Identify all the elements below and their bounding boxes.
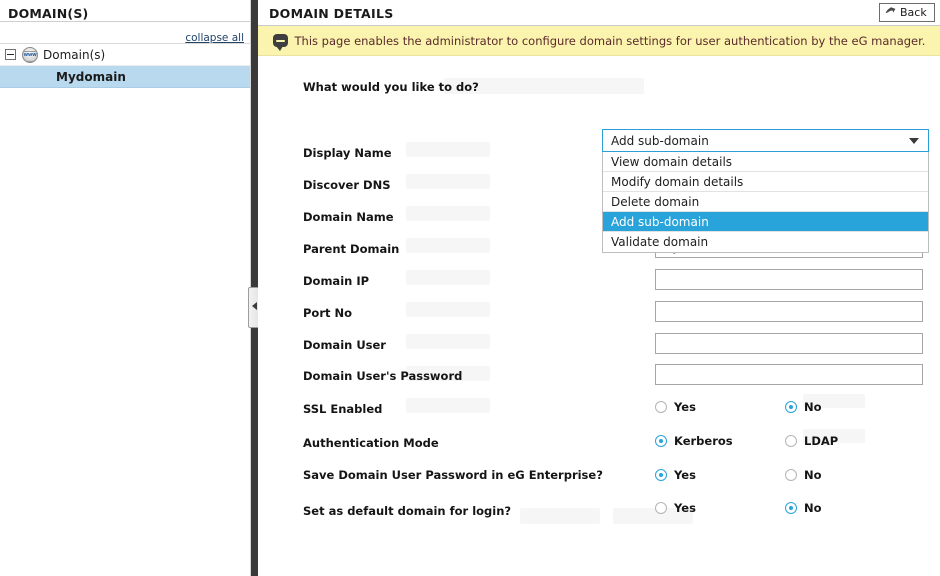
port-no-label: Port No bbox=[303, 306, 353, 320]
domain-user-password-label: Domain User's Password bbox=[303, 369, 463, 383]
action-option-validate-domain[interactable]: Validate domain bbox=[603, 232, 928, 252]
page-title: DOMAIN DETAILS bbox=[269, 6, 394, 21]
ssl-enabled-label: SSL Enabled bbox=[303, 402, 383, 416]
info-bubble-icon bbox=[272, 34, 288, 51]
domain-user-password-input[interactable] bbox=[655, 364, 923, 385]
domain-user-input[interactable] bbox=[655, 333, 923, 354]
parent-domain-label: Parent Domain bbox=[303, 242, 400, 256]
auth-mode-option-ldap[interactable]: LDAP bbox=[785, 434, 838, 448]
default-domain-option-no-label: No bbox=[804, 501, 822, 515]
save-password-radio-group[interactable]: Yes No bbox=[655, 468, 822, 482]
domain-user-label: Domain User bbox=[303, 338, 386, 352]
domain-name-label: Domain Name bbox=[303, 210, 394, 224]
default-domain-label: Set as default domain for login? bbox=[303, 504, 512, 518]
chevron-down-icon bbox=[909, 138, 919, 144]
info-banner-message: This page enables the administrator to c… bbox=[294, 33, 926, 48]
tree-panel-title: DOMAIN(S) bbox=[8, 6, 89, 21]
authentication-mode-radio-group[interactable]: Kerberos LDAP bbox=[655, 434, 838, 448]
action-option-view-domain-details[interactable]: View domain details bbox=[603, 152, 928, 172]
port-no-input[interactable] bbox=[655, 301, 923, 322]
tree-node-mydomain-label: Mydomain bbox=[56, 69, 126, 84]
back-button-label: Back bbox=[900, 6, 927, 19]
auth-mode-option-ldap-label: LDAP bbox=[804, 434, 839, 448]
back-arrow-icon bbox=[885, 7, 896, 18]
collapse-all-link[interactable]: collapse all bbox=[185, 32, 244, 44]
action-select-value: Add sub-domain bbox=[611, 133, 709, 148]
discover-dns-label: Discover DNS bbox=[303, 178, 391, 192]
save-password-option-yes-label: Yes bbox=[674, 468, 696, 482]
save-password-option-no-label: No bbox=[804, 468, 822, 482]
watermark-decoration bbox=[520, 508, 600, 524]
expander-minus-icon[interactable] bbox=[5, 49, 16, 60]
tree-node-root[interactable]: www Domain(s) bbox=[0, 44, 250, 66]
default-domain-radio-group[interactable]: Yes No bbox=[655, 501, 822, 515]
radio-icon bbox=[785, 435, 797, 447]
save-password-option-yes[interactable]: Yes bbox=[655, 468, 785, 482]
display-name-label: Display Name bbox=[303, 146, 392, 160]
radio-icon bbox=[655, 502, 667, 514]
tree-node-root-label: Domain(s) bbox=[43, 47, 106, 62]
page-header: DOMAIN DETAILS Back bbox=[258, 0, 940, 26]
ssl-enabled-option-no[interactable]: No bbox=[785, 400, 822, 414]
radio-icon bbox=[655, 401, 667, 413]
watermark-decoration bbox=[406, 302, 490, 317]
panel-splitter[interactable] bbox=[248, 0, 260, 576]
info-banner: This page enables the administrator to c… bbox=[258, 26, 940, 56]
authentication-mode-label: Authentication Mode bbox=[303, 436, 439, 450]
domain-ip-input[interactable] bbox=[655, 269, 923, 290]
save-password-label: Save Domain User Password in eG Enterpri… bbox=[303, 468, 603, 482]
tree-node-mydomain[interactable]: Mydomain bbox=[0, 66, 250, 88]
ssl-enabled-option-yes[interactable]: Yes bbox=[655, 400, 785, 414]
back-button[interactable]: Back bbox=[879, 3, 935, 22]
radio-icon bbox=[785, 469, 797, 481]
watermark-decoration bbox=[406, 334, 490, 349]
application-window: DOMAIN(S) collapse all www Domain(s) Myd… bbox=[0, 0, 940, 576]
default-domain-option-no[interactable]: No bbox=[785, 501, 822, 515]
domain-form: What would you like to do? Add sub-domai… bbox=[258, 56, 940, 576]
tree-panel-title-bar: DOMAIN(S) bbox=[0, 0, 250, 22]
ssl-enabled-radio-group[interactable]: Yes No bbox=[655, 400, 822, 414]
action-question-label: What would you like to do? bbox=[303, 80, 479, 94]
radio-icon-selected bbox=[655, 435, 667, 447]
watermark-decoration bbox=[406, 206, 490, 221]
watermark-decoration bbox=[406, 398, 490, 413]
ssl-enabled-option-no-label: No bbox=[804, 400, 822, 414]
radio-icon-selected bbox=[785, 401, 797, 413]
domain-tree-panel: DOMAIN(S) collapse all www Domain(s) Myd… bbox=[0, 0, 251, 576]
action-select[interactable]: Add sub-domain bbox=[602, 129, 929, 152]
auth-mode-option-kerberos[interactable]: Kerberos bbox=[655, 434, 785, 448]
collapse-left-arrow-icon bbox=[252, 302, 257, 310]
tree-panel-toolbar: collapse all bbox=[0, 22, 250, 44]
ssl-enabled-option-yes-label: Yes bbox=[674, 400, 696, 414]
globe-www-icon: www bbox=[22, 46, 38, 63]
radio-icon-selected bbox=[655, 469, 667, 481]
watermark-decoration bbox=[406, 270, 490, 285]
save-password-option-no[interactable]: No bbox=[785, 468, 822, 482]
watermark-decoration bbox=[406, 142, 490, 157]
watermark-decoration bbox=[406, 174, 490, 189]
default-domain-option-yes[interactable]: Yes bbox=[655, 501, 785, 515]
action-select-options[interactable]: View domain details Modify domain detail… bbox=[602, 152, 929, 253]
action-option-add-sub-domain[interactable]: Add sub-domain bbox=[603, 212, 928, 232]
domain-ip-label: Domain IP bbox=[303, 274, 370, 288]
radio-icon-selected bbox=[785, 502, 797, 514]
domain-details-panel: DOMAIN DETAILS Back This page enables th… bbox=[258, 0, 940, 576]
auth-mode-option-kerberos-label: Kerberos bbox=[674, 434, 733, 448]
action-option-modify-domain-details[interactable]: Modify domain details bbox=[603, 172, 928, 192]
default-domain-option-yes-label: Yes bbox=[674, 501, 696, 515]
watermark-decoration bbox=[406, 238, 490, 253]
action-option-delete-domain[interactable]: Delete domain bbox=[603, 192, 928, 212]
